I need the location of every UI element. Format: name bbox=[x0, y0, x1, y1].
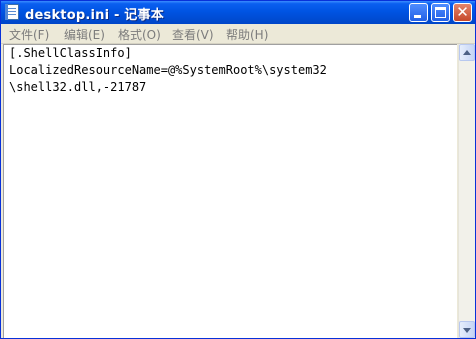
vertical-scrollbar[interactable] bbox=[458, 44, 475, 338]
notepad-window: desktop.ini - 记事本 ✕ 文件(F) 编辑(E) 格式(O) 查看… bbox=[0, 0, 476, 339]
menu-help[interactable]: 帮助(H) bbox=[226, 26, 268, 43]
minimize-button[interactable] bbox=[409, 3, 428, 22]
text-line-1: [.ShellClassInfo] bbox=[9, 46, 132, 60]
scroll-up-arrow-icon bbox=[463, 50, 471, 55]
notepad-icon[interactable] bbox=[5, 4, 19, 20]
title-bar[interactable]: desktop.ini - 记事本 ✕ bbox=[1, 1, 475, 24]
text-editor-area[interactable]: [.ShellClassInfo] LocalizedResourceName=… bbox=[3, 44, 457, 338]
scroll-down-button[interactable] bbox=[459, 321, 475, 338]
menu-view[interactable]: 查看(V) bbox=[172, 26, 214, 43]
close-icon: ✕ bbox=[456, 3, 469, 21]
close-button[interactable]: ✕ bbox=[453, 3, 472, 22]
menu-format[interactable]: 格式(O) bbox=[118, 26, 161, 43]
menu-bar: 文件(F) 编辑(E) 格式(O) 查看(V) 帮助(H) bbox=[1, 24, 475, 44]
text-line-2: LocalizedResourceName=@%SystemRoot%\syst… bbox=[9, 63, 327, 77]
window-title: desktop.ini - 记事本 bbox=[25, 8, 164, 23]
maximize-button[interactable] bbox=[431, 3, 450, 22]
text-line-3: \shell32.dll,-21787 bbox=[9, 80, 147, 94]
menu-file[interactable]: 文件(F) bbox=[9, 26, 49, 43]
menu-edit[interactable]: 编辑(E) bbox=[64, 26, 105, 43]
scroll-down-arrow-icon bbox=[463, 328, 471, 333]
maximize-icon bbox=[435, 7, 446, 18]
minimize-icon bbox=[414, 15, 421, 18]
scroll-up-button[interactable] bbox=[459, 44, 475, 61]
